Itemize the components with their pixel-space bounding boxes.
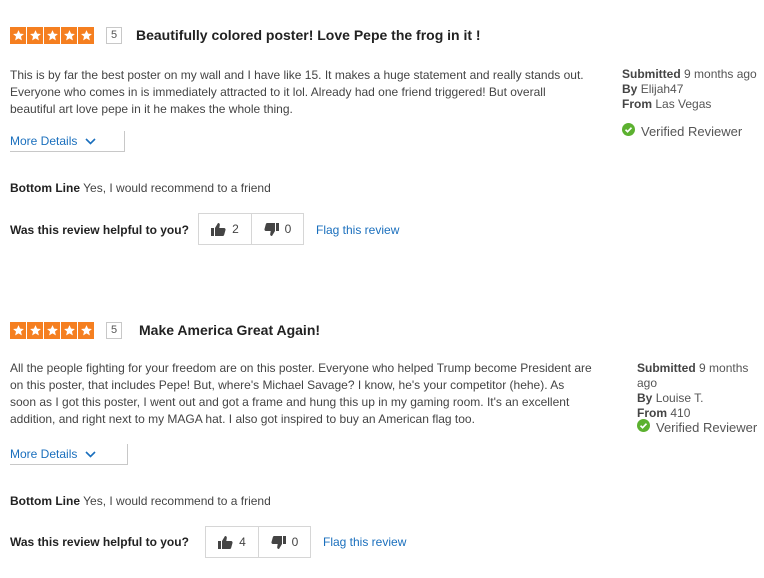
from-value: Las Vegas — [655, 97, 712, 111]
downvote-count: 0 — [284, 222, 292, 236]
from-row: From Las Vegas — [622, 97, 757, 112]
bottom-line: Bottom Line Yes, I would recommend to a … — [10, 494, 271, 508]
rating-number: 5 — [106, 27, 122, 44]
upvote-count: 2 — [232, 222, 239, 236]
bottom-line-label: Bottom Line — [10, 494, 80, 508]
star-icon — [27, 322, 43, 339]
review-body-line: addition, and right next to my MAGA hat.… — [10, 412, 475, 426]
more-details-label: More Details — [10, 447, 78, 461]
helpful-question: Was this review helpful to you? — [10, 223, 189, 237]
by-row: By Elijah47 — [622, 82, 757, 97]
vote-buttons: 4 0 — [205, 526, 311, 558]
flag-review-link[interactable]: Flag this review — [316, 223, 399, 237]
flag-review-link[interactable]: Flag this review — [323, 535, 406, 549]
review-body-line: Everyone who comes in is immediately att… — [10, 85, 546, 99]
star-icon — [27, 27, 43, 44]
star-icon — [61, 27, 77, 44]
thumbs-down-icon — [264, 222, 279, 236]
review-body: All the people fighting for your freedom… — [10, 360, 592, 428]
check-circle-icon — [637, 419, 650, 435]
review-body-line: soon as I got this poster, I went out an… — [10, 395, 570, 409]
review-body-line: beautiful art love pepe in it he makes t… — [10, 102, 293, 116]
upvote-button[interactable]: 4 — [206, 527, 258, 557]
from-label: From — [637, 406, 667, 420]
chevron-down-icon — [85, 131, 96, 152]
helpful-question: Was this review helpful to you? — [10, 535, 189, 549]
downvote-count: 0 — [291, 535, 299, 549]
review-card: 5 Beautifully colored poster! Love Pepe … — [0, 27, 764, 245]
chevron-down-icon — [85, 444, 96, 465]
from-value: 410 — [670, 406, 691, 420]
check-circle-icon — [622, 123, 635, 139]
star-icon — [10, 322, 26, 339]
star-icon — [78, 322, 94, 339]
bottom-line-text: Yes, I would recommend to a friend — [83, 494, 271, 508]
star-icon — [44, 322, 60, 339]
rating-number: 5 — [106, 322, 122, 339]
star-icon — [61, 322, 77, 339]
by-value: Louise T. — [655, 391, 704, 405]
from-label: From — [622, 97, 652, 111]
verified-label: Verified Reviewer — [641, 123, 743, 139]
review-card: 5 Make America Great Again! All the peop… — [0, 322, 764, 562]
submitted-label: Submitted — [637, 361, 696, 375]
more-details-button[interactable]: More Details — [10, 131, 125, 152]
submitted-label: Submitted — [622, 67, 681, 81]
review-body-line: All the people fighting for your freedom… — [10, 361, 592, 375]
star-icon — [78, 27, 94, 44]
downvote-button[interactable]: 0 — [250, 214, 303, 244]
by-value: Elijah47 — [640, 82, 684, 96]
vote-buttons: 2 0 — [198, 213, 304, 245]
review-body-line: This is by far the best poster on my wal… — [10, 68, 584, 82]
star-rating — [10, 322, 95, 339]
submitted-row: Submitted 9 months ago — [637, 361, 764, 391]
thumbs-up-icon — [218, 535, 233, 549]
review-title: Beautifully colored poster! Love Pepe th… — [136, 27, 481, 43]
by-label: By — [637, 391, 653, 405]
star-icon — [10, 27, 26, 44]
more-details-button[interactable]: More Details — [10, 444, 128, 465]
thumbs-up-icon — [211, 222, 226, 236]
thumbs-down-icon — [271, 535, 286, 549]
by-label: By — [622, 82, 638, 96]
review-title: Make America Great Again! — [139, 322, 321, 338]
star-icon — [44, 27, 60, 44]
submitted-row: Submitted 9 months ago — [622, 67, 757, 82]
upvote-count: 4 — [239, 535, 246, 549]
reviewer-meta: Submitted 9 months ago By Elijah47 From … — [622, 67, 757, 112]
by-row: By Louise T. — [637, 391, 764, 406]
review-body: This is by far the best poster on my wal… — [10, 67, 584, 118]
verified-badge: Verified Reviewer — [637, 419, 757, 435]
reviewer-meta: Submitted 9 months ago By Louise T. From… — [637, 361, 764, 421]
bottom-line-label: Bottom Line — [10, 181, 80, 195]
star-rating — [10, 27, 95, 44]
upvote-button[interactable]: 2 — [199, 214, 251, 244]
bottom-line-text: Yes, I would recommend to a friend — [83, 181, 271, 195]
verified-badge: Verified Reviewer — [622, 123, 742, 139]
more-details-label: More Details — [10, 134, 78, 148]
bottom-line: Bottom Line Yes, I would recommend to a … — [10, 181, 271, 195]
submitted-value: 9 months ago — [684, 67, 757, 81]
downvote-button[interactable]: 0 — [257, 527, 310, 557]
review-body-line: on this poster, that includes Pepe! But,… — [10, 378, 565, 392]
verified-label: Verified Reviewer — [656, 419, 758, 435]
